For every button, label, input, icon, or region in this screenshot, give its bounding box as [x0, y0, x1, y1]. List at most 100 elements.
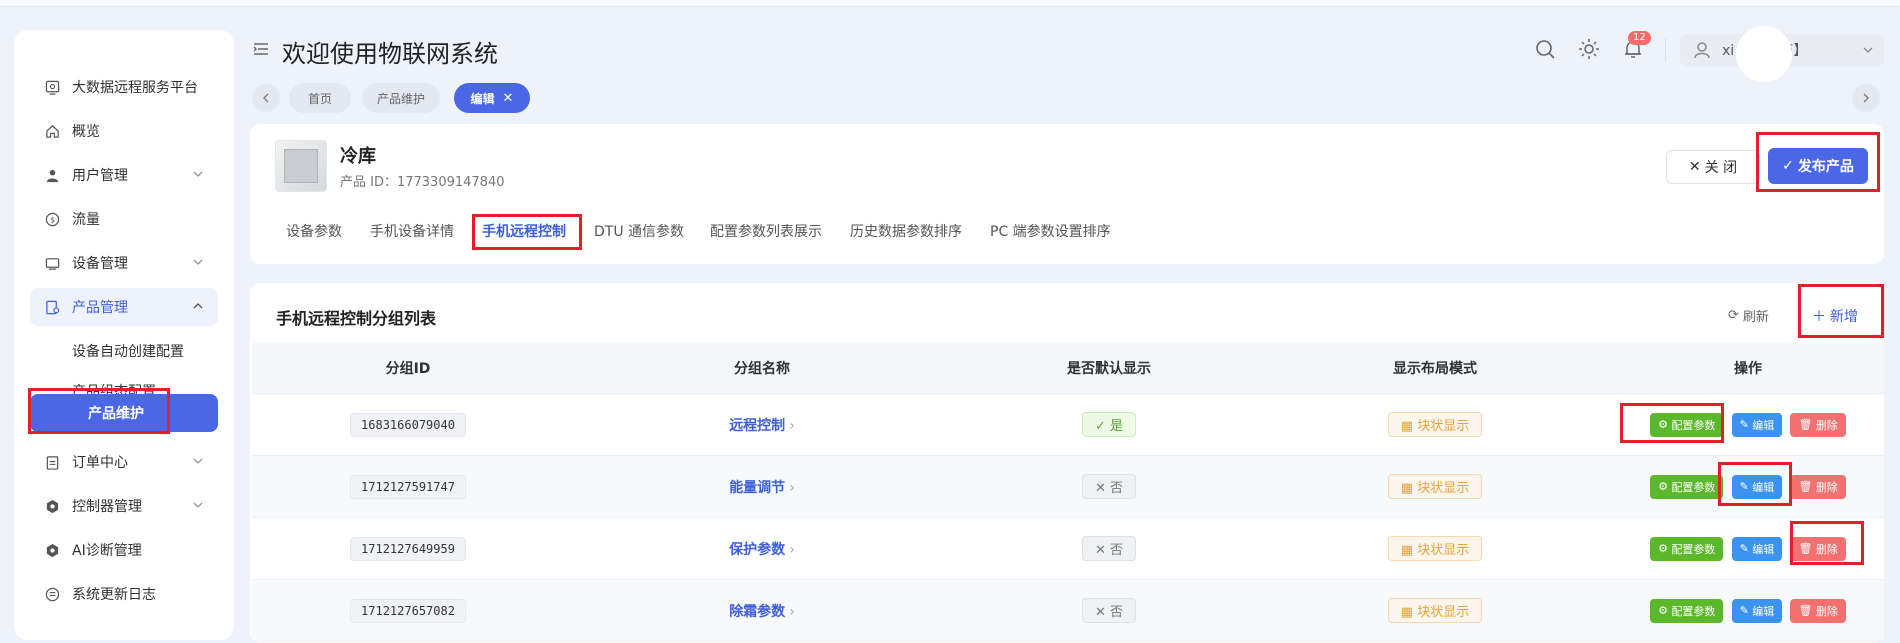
table-header-row: 分组ID 分组名称 是否默认显示 显示布局模式 操作	[252, 343, 1884, 394]
sidebar-item-platform[interactable]: 大数据远程服务平台	[30, 68, 218, 106]
menu-toggle-icon[interactable]	[252, 40, 270, 58]
tab-pc-sort[interactable]: PC 端参数设置排序	[990, 221, 1111, 241]
layout-badge: ▦ 块状显示	[1387, 536, 1483, 561]
edit-label: 编辑	[1752, 604, 1775, 618]
layout-badge: ▦ 块状显示	[1387, 474, 1483, 499]
layout-badge: ▦ 块状显示	[1387, 598, 1483, 623]
x-icon: ✕	[1094, 605, 1110, 620]
device-icon	[44, 255, 60, 271]
theme-sun-icon[interactable]	[1578, 38, 1600, 60]
config-label: 配置参数	[1671, 604, 1716, 618]
controller-icon	[44, 498, 60, 514]
refresh-button[interactable]: ⟳ 刷新	[1728, 306, 1769, 325]
header-divider	[1665, 38, 1666, 62]
product-icon	[44, 299, 60, 315]
submenu-item-label: 设备自动创建配置	[72, 344, 184, 360]
refresh-icon: ⟳	[1728, 308, 1739, 323]
sidebar-item-devices[interactable]: 设备管理	[30, 244, 218, 282]
grid-icon: ▦	[1400, 419, 1418, 434]
search-icon[interactable]	[1534, 38, 1556, 60]
default-no-badge: ✕ 否	[1081, 474, 1137, 499]
table-row: 1683166079040 远程控制 › ✓ 是 ▦ 块状显示 ⚙ 配置参数 ✎ …	[252, 393, 1884, 456]
pencil-icon: ✎	[1739, 418, 1753, 431]
sidebar-item-users[interactable]: 用户管理	[30, 156, 218, 194]
config-params-button[interactable]: ⚙ 配置参数	[1650, 536, 1724, 561]
edit-button[interactable]: ✎ 编辑	[1731, 474, 1783, 499]
publish-button[interactable]: ✓ 发布产品	[1768, 148, 1868, 184]
notification-badge: 12	[1628, 31, 1651, 45]
tag-edit[interactable]: 编辑 ✕	[454, 83, 530, 113]
group-id: 1712127649959	[350, 536, 466, 561]
edit-button[interactable]: ✎ 编辑	[1731, 598, 1783, 623]
product-id: 产品 ID：1773309147840	[340, 175, 505, 190]
plus-icon: ＋	[1812, 309, 1826, 325]
publish-label: 发布产品	[1797, 159, 1854, 175]
sidebar-item-changelog[interactable]: 系统更新日志	[30, 575, 218, 613]
tab-mobile-remote-control[interactable]: 手机远程控制	[482, 221, 566, 241]
group-name-link[interactable]: 保护参数 ›	[729, 542, 795, 558]
default-no-badge: ✕ 否	[1081, 536, 1137, 561]
traffic-icon: $	[44, 211, 60, 227]
tab-mobile-device-detail[interactable]: 手机设备详情	[370, 221, 454, 241]
chevron-down-icon	[192, 168, 204, 180]
tab-history-sort[interactable]: 历史数据参数排序	[850, 221, 962, 241]
layout-value: 块状显示	[1417, 543, 1470, 558]
tag-home[interactable]: 首页	[289, 83, 351, 113]
submenu-item-label: 产品维护	[88, 406, 144, 422]
submenu-item-auto-create[interactable]: 设备自动创建配置	[40, 332, 228, 370]
config-params-button[interactable]: ⚙ 配置参数	[1650, 412, 1724, 437]
chevron-down-icon	[192, 455, 204, 467]
x-icon: ✕	[1094, 481, 1110, 496]
user-menu[interactable]: xi st【厂商】	[1680, 26, 1884, 82]
layout-value: 块状显示	[1417, 481, 1470, 496]
sidebar-item-label: 大数据远程服务平台	[72, 80, 198, 96]
svg-text:$: $	[50, 215, 55, 224]
group-name-link[interactable]: 能量调节 ›	[729, 480, 795, 496]
default-value: 否	[1110, 481, 1124, 496]
sidebar-item-overview[interactable]: 概览	[30, 112, 218, 150]
edit-button[interactable]: ✎ 编辑	[1731, 412, 1783, 437]
product-image	[275, 140, 327, 192]
delete-button[interactable]: 🗑 删除	[1790, 598, 1846, 623]
add-button[interactable]: ＋新增	[1812, 306, 1858, 326]
top-strip	[0, 0, 1900, 7]
delete-button[interactable]: 🗑 删除	[1790, 474, 1846, 499]
group-name: 除霜参数	[729, 603, 786, 620]
sidebar-item-traffic[interactable]: $ 流量	[30, 200, 218, 238]
config-label: 配置参数	[1671, 480, 1716, 494]
group-name-link[interactable]: 除霜参数 ›	[729, 604, 795, 620]
tag-product-maintenance[interactable]: 产品维护	[362, 83, 440, 113]
sidebar-item-label: 用户管理	[72, 168, 128, 184]
sidebar-item-orders[interactable]: 订单中心	[30, 443, 218, 481]
delete-label: 删除	[1815, 604, 1838, 618]
sidebar-item-controllers[interactable]: 控制器管理	[30, 487, 218, 525]
close-icon[interactable]: ✕	[503, 91, 514, 106]
delete-button[interactable]: 🗑 删除	[1790, 412, 1846, 437]
sidebar-item-ai[interactable]: AI诊断管理	[30, 531, 218, 569]
check-icon: ✓	[1094, 419, 1110, 434]
config-label: 配置参数	[1671, 418, 1716, 432]
tab-device-params[interactable]: 设备参数	[286, 221, 342, 241]
grid-icon: ▦	[1400, 605, 1418, 620]
sidebar-item-products[interactable]: 产品管理	[30, 288, 218, 326]
tags-scroll-right-button[interactable]	[1852, 84, 1880, 112]
monitor-icon	[44, 79, 60, 95]
default-value: 否	[1110, 543, 1124, 558]
config-params-button[interactable]: ⚙ 配置参数	[1650, 598, 1724, 623]
tab-dtu-params[interactable]: DTU 通信参数	[594, 221, 684, 241]
delete-button[interactable]: 🗑 删除	[1790, 536, 1846, 561]
layout-value: 块状显示	[1417, 419, 1470, 434]
tags-scroll-left-button[interactable]	[252, 84, 280, 112]
column-header: 操作	[1612, 343, 1884, 394]
trash-icon: 🗑	[1798, 542, 1816, 555]
tag-edit-label: 编辑	[470, 91, 495, 106]
close-button[interactable]: ✕ 关 闭	[1666, 150, 1760, 184]
config-params-button[interactable]: ⚙ 配置参数	[1650, 474, 1724, 499]
edit-button[interactable]: ✎ 编辑	[1731, 536, 1783, 561]
chevron-right-icon: ›	[789, 479, 795, 496]
tab-config-list[interactable]: 配置参数列表展示	[710, 221, 822, 241]
submenu-item-maintenance[interactable]: 产品维护	[30, 394, 218, 432]
config-label: 配置参数	[1671, 542, 1716, 556]
chevron-down-icon	[192, 499, 204, 511]
group-name-link[interactable]: 远程控制 ›	[729, 418, 795, 434]
